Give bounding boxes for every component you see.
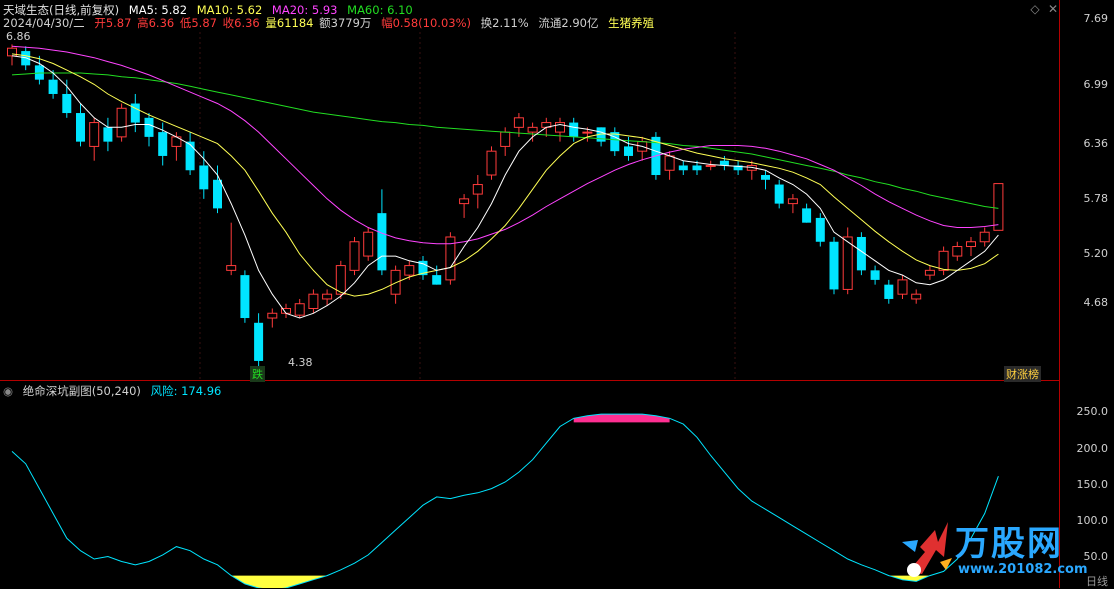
candle-body: [911, 293, 922, 300]
risk-tick: 150.0: [1076, 478, 1109, 491]
amplitude-label: 幅0.58(10.03%): [381, 16, 472, 30]
candle-body: [240, 275, 250, 319]
candle-body: [569, 122, 579, 137]
candle-body: [377, 213, 387, 271]
price-tick: 6.36: [1083, 137, 1109, 150]
candle-body: [349, 241, 360, 271]
logo-name: 万股网: [955, 524, 1063, 564]
amount-label: 额3779万: [319, 16, 372, 30]
turnover-label: 换2.11%: [480, 16, 529, 30]
candle-body: [199, 165, 209, 190]
candle-body: [62, 93, 72, 114]
price-chart[interactable]: [0, 32, 1060, 380]
price-tick: 5.78: [1083, 192, 1109, 205]
candle-body: [952, 246, 963, 257]
candle-body: [513, 117, 524, 128]
volume-label: 量61184: [265, 16, 314, 30]
candle-body: [335, 265, 346, 295]
close-icon[interactable]: ✕: [1046, 2, 1060, 16]
candle-body: [938, 250, 949, 271]
price-tick: 6.99: [1083, 78, 1109, 91]
risk-tick: 200.0: [1076, 442, 1109, 455]
candle-body: [829, 241, 839, 290]
down-badge[interactable]: 跌: [250, 366, 265, 382]
candle-body: [624, 146, 633, 156]
candle-body: [158, 132, 168, 156]
watermark-logo: 万股网 www.201082.com: [900, 512, 1090, 584]
candle-body: [678, 165, 688, 171]
price-tick: 5.20: [1083, 247, 1109, 260]
quote-row: 2024/04/30/二 开5.87 高6.36 低5.87 收6.36 量61…: [3, 15, 660, 31]
logo-url: www.201082.com: [958, 562, 1088, 577]
price-axis: 7.69 6.99 6.36 5.78 5.20 4.68: [1059, 0, 1114, 380]
candle-body: [802, 208, 812, 223]
candle-body: [472, 184, 483, 195]
candle-body: [486, 150, 497, 176]
sector-label[interactable]: 生猪养殖: [608, 16, 654, 30]
candle-body: [664, 155, 675, 171]
high-price-label: 6.86: [6, 30, 31, 43]
candle-body: [103, 127, 113, 142]
chart-header: 天域生态(日线,前复权) MA5: 5.82 MA10: 5.62 MA20: …: [0, 0, 1114, 32]
candle-body: [185, 141, 195, 171]
candle-body: [610, 132, 620, 152]
candle-body: [267, 312, 278, 319]
close-label: 收6.36: [222, 16, 260, 30]
candle-body: [322, 293, 333, 300]
candle-body: [966, 241, 976, 248]
risk-low-zone: [231, 575, 328, 588]
candle-body: [884, 284, 894, 299]
candle-body: [527, 126, 538, 133]
risk-tick: 250.0: [1076, 405, 1109, 418]
candle-body: [692, 165, 702, 171]
candle-body: [870, 270, 880, 280]
open-label: 开5.87: [94, 16, 132, 30]
candle-body: [294, 303, 305, 316]
candle-body: [500, 131, 511, 147]
price-tick: 4.68: [1083, 296, 1109, 309]
candle-body: [459, 198, 470, 205]
high-label: 高6.36: [137, 16, 175, 30]
date-label: 2024/04/30/二: [3, 16, 85, 30]
candle-body: [363, 231, 374, 257]
candle-body: [979, 231, 990, 243]
candle-body: [404, 265, 415, 276]
candle-body: [924, 269, 935, 276]
candle-body: [774, 184, 784, 204]
low-price-label: 4.38: [288, 356, 313, 369]
risk-line: [11, 413, 999, 588]
candle-body: [226, 265, 237, 271]
candle-body: [254, 322, 264, 361]
candle-body: [897, 279, 908, 295]
candle-body: [993, 183, 1004, 231]
candle-body: [308, 293, 319, 309]
candle-body: [842, 236, 853, 290]
logo-arrow-icon: [902, 522, 952, 577]
candle-body: [116, 107, 127, 138]
candle-body: [787, 198, 798, 205]
candle-body: [432, 275, 442, 285]
candle-body: [144, 117, 154, 137]
low-label: 低5.87: [179, 16, 217, 30]
candle-body: [89, 122, 100, 147]
float-label: 流通2.90亿: [538, 16, 599, 30]
candle-body: [761, 175, 770, 180]
price-tick: 7.69: [1083, 12, 1109, 25]
candle-body: [213, 179, 222, 209]
candle-body: [48, 79, 58, 94]
candle-body: [705, 164, 716, 167]
candle-body: [719, 160, 729, 166]
ranking-badge[interactable]: 财涨榜: [1004, 366, 1041, 382]
candle-body: [76, 113, 85, 142]
candle-body: [815, 217, 825, 242]
candle-body: [582, 131, 593, 134]
minimize-icon[interactable]: ◇: [1028, 2, 1042, 16]
